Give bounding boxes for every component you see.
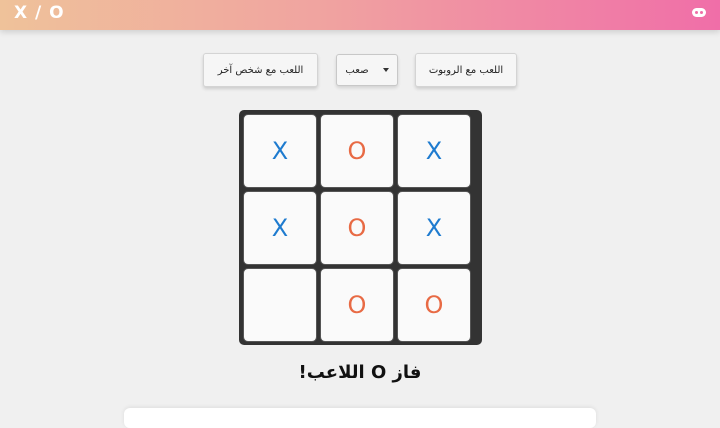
game-controls: اللعب مع الروبوت صعب اللعب مع شخص آخر — [0, 53, 720, 89]
board-cell[interactable]: X — [243, 114, 317, 188]
chevron-down-icon — [382, 68, 389, 72]
board-cell[interactable]: X — [243, 191, 317, 265]
board-cell[interactable]: O — [320, 268, 394, 342]
gamepad-icon[interactable] — [692, 8, 706, 17]
board-cell[interactable]: X — [397, 191, 471, 265]
board-cell[interactable]: X — [397, 114, 471, 188]
app-title: X / O — [14, 3, 65, 23]
board-cell[interactable]: O — [320, 114, 394, 188]
board-cell[interactable] — [243, 268, 317, 342]
board-cell[interactable]: O — [397, 268, 471, 342]
difficulty-select[interactable]: صعب — [336, 54, 398, 86]
bottom-panel — [124, 408, 596, 428]
board-cell[interactable]: O — [320, 191, 394, 265]
game-status-message: فاز O اللاعب! — [298, 362, 422, 383]
difficulty-selected-value: صعب — [345, 64, 369, 76]
play-with-robot-button[interactable]: اللعب مع الروبوت — [415, 53, 517, 87]
play-with-person-button[interactable]: اللعب مع شخص آخر — [203, 53, 318, 87]
game-board: X O X X O X O O — [239, 110, 482, 345]
top-bar: X / O — [0, 0, 720, 30]
